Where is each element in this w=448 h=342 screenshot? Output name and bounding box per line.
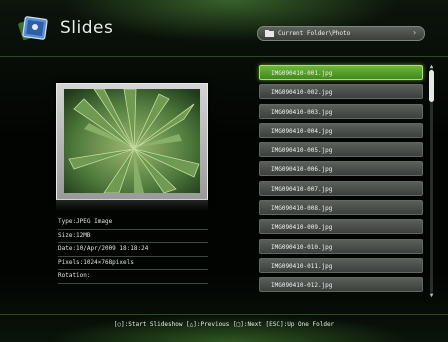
file-list-item[interactable]: IMG090410-011.jpg — [259, 257, 423, 273]
current-folder-path: Current Folder\Photo — [278, 30, 351, 37]
info-size: Size:12MB — [58, 230, 208, 244]
image-info-panel: Type:JPEG Image Size:12MB Date:10/Apr/20… — [58, 216, 208, 284]
file-list-item[interactable]: IMG090410-010.jpg — [259, 238, 423, 254]
image-preview — [64, 89, 200, 193]
image-preview-frame — [56, 83, 208, 200]
footer-hint-bar: [○]:Start Slideshow [△]:Previous [□]:Nex… — [113, 321, 335, 328]
folder-icon — [265, 30, 274, 37]
file-list: IMG090410-001.jpg IMG090410-002.jpg IMG0… — [259, 65, 423, 297]
file-list-item[interactable]: IMG090410-007.jpg — [259, 180, 423, 196]
file-list-item[interactable]: IMG090410-001.jpg — [259, 65, 423, 80]
file-list-item[interactable]: IMG090410-005.jpg — [259, 142, 423, 158]
scroll-track[interactable] — [430, 69, 433, 293]
info-pixels: Pixels:1024×768pixels — [58, 257, 208, 271]
header-divider — [0, 56, 448, 57]
preview-reflection — [56, 199, 208, 211]
footer-divider — [0, 314, 448, 315]
page-title: Slides — [60, 18, 114, 38]
info-type: Type:JPEG Image — [58, 216, 208, 230]
scroll-down-icon[interactable]: ▼ — [428, 293, 435, 299]
chevron-right-icon: › — [412, 28, 417, 37]
file-list-item[interactable]: IMG090410-012.jpg — [259, 277, 423, 293]
file-list-item[interactable]: IMG090410-006.jpg — [259, 161, 423, 177]
file-list-item[interactable]: IMG090410-004.jpg — [259, 122, 423, 138]
scroll-thumb[interactable] — [429, 70, 434, 102]
file-list-item[interactable]: IMG090410-008.jpg — [259, 200, 423, 216]
current-folder-button[interactable]: Current Folder\Photo › — [257, 26, 425, 41]
file-list-item[interactable]: IMG090410-002.jpg — [259, 84, 423, 100]
file-list-item[interactable]: IMG090410-003.jpg — [259, 103, 423, 119]
file-list-scrollbar[interactable]: ▲ ▼ — [428, 64, 435, 299]
file-list-item[interactable]: IMG090410-009.jpg — [259, 219, 423, 235]
info-rotation: Rotation: — [58, 270, 208, 284]
info-date: Date:10/Apr/2009 18:18:24 — [58, 243, 208, 257]
photo-stack-icon — [18, 14, 52, 44]
